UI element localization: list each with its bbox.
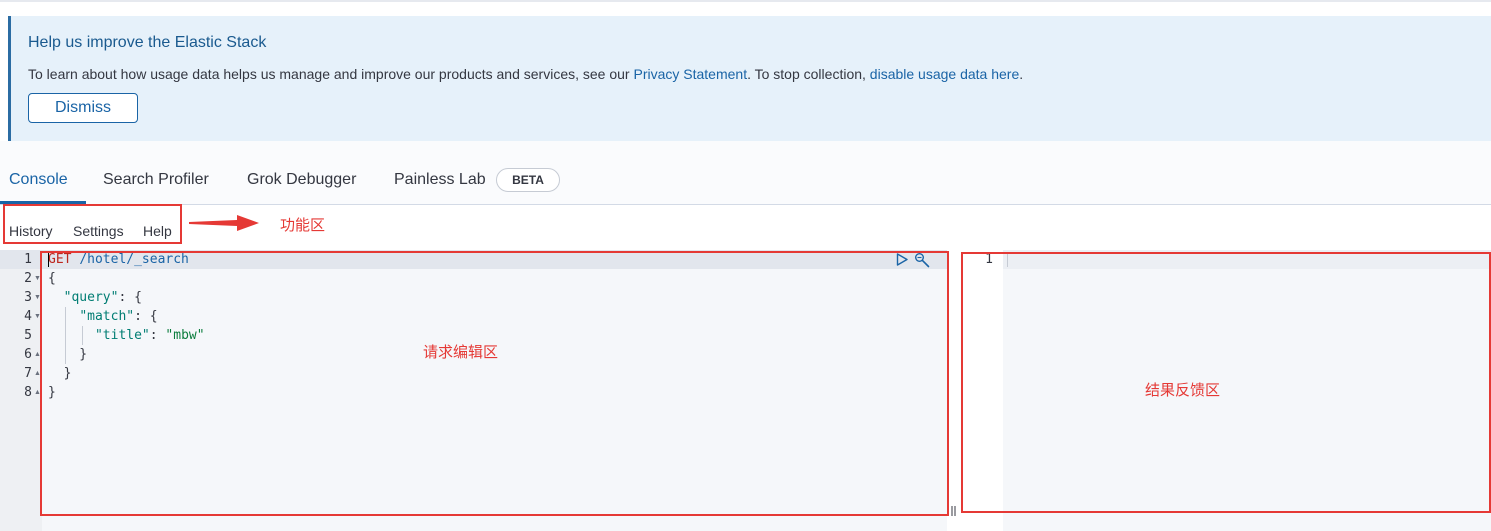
code-line-request: GET /hotel/_search: [48, 250, 189, 269]
json-key: "title": [94, 328, 150, 343]
arrow-icon: [189, 215, 259, 231]
json-value: "mbw": [165, 328, 205, 343]
line-number: 2: [24, 271, 32, 286]
help-link[interactable]: Help: [143, 223, 172, 239]
output-gutter: 1: [961, 250, 1003, 531]
fold-toggle-icon[interactable]: ▼: [34, 307, 42, 326]
json-key: "match": [79, 309, 135, 324]
disable-usage-data-link[interactable]: disable usage data here: [870, 66, 1019, 82]
line-number: 4: [24, 309, 32, 324]
json-key: "query": [63, 290, 119, 305]
http-method: GET: [48, 252, 72, 267]
function-area-label: 功能区: [280, 217, 326, 234]
code-line: {: [48, 271, 56, 286]
fold-toggle-icon[interactable]: ▲: [34, 364, 42, 383]
line-number: 5: [24, 328, 32, 343]
line-number: 6: [24, 347, 32, 362]
fold-toggle-icon[interactable]: ▼: [34, 288, 42, 307]
active-tab-underline: [0, 201, 86, 204]
output-cursor: [1007, 253, 1008, 267]
tab-painless-lab[interactable]: Painless Lab: [394, 171, 486, 189]
output-active-line: [1003, 250, 1491, 269]
history-link[interactable]: History: [9, 223, 53, 239]
tab-console[interactable]: Console: [9, 171, 68, 189]
settings-link[interactable]: Settings: [73, 223, 124, 239]
callout-text-suffix: .: [1019, 66, 1024, 82]
code-line: }: [48, 385, 56, 400]
request-path: /hotel/_search: [79, 252, 189, 267]
code-line: }: [48, 366, 72, 381]
code-line: "title": "mbw": [94, 328, 205, 343]
line-number: 8: [24, 385, 32, 400]
line-number: 1: [24, 252, 32, 267]
splitter-grip-icon[interactable]: [950, 506, 957, 516]
request-editor[interactable]: 1 2 3 4 5 6 7 8 ▼ ▼ ▼ ▲ ▲ ▲ GET /hotel/_…: [0, 250, 947, 531]
response-output[interactable]: 1: [961, 250, 1491, 531]
line-number: 7: [24, 366, 32, 381]
code-line: "match": {: [79, 309, 158, 324]
text-cursor: [48, 252, 49, 267]
code-line: "query": {: [63, 290, 142, 305]
dev-tools-tabs: Console Search Profiler Grok Debugger Pa…: [0, 141, 1491, 205]
code-line: }: [48, 347, 88, 362]
fold-toggle-icon[interactable]: ▲: [34, 345, 42, 364]
tab-grok-debugger[interactable]: Grok Debugger: [247, 171, 356, 189]
pane-splitter[interactable]: [947, 250, 961, 531]
output-line-number: 1: [985, 252, 993, 267]
fold-toggle-icon[interactable]: ▼: [34, 269, 42, 288]
output-body: [1003, 269, 1491, 531]
result-area-label: 结果反馈区: [1145, 382, 1221, 399]
top-divider: [0, 0, 1491, 2]
callout-title: Help us improve the Elastic Stack: [28, 34, 267, 51]
fold-toggle-icon[interactable]: ▲: [34, 383, 42, 402]
beta-badge: BETA: [496, 168, 560, 192]
privacy-statement-link[interactable]: Privacy Statement: [633, 66, 747, 82]
request-editor-label: 请求编辑区: [423, 344, 499, 361]
usage-data-callout: Help us improve the Elastic Stack To lea…: [8, 16, 1491, 141]
tab-search-profiler[interactable]: Search Profiler: [103, 171, 209, 189]
callout-text-middle: . To stop collection,: [747, 66, 870, 82]
callout-body: To learn about how usage data helps us m…: [28, 66, 1023, 82]
callout-text-prefix: To learn about how usage data helps us m…: [28, 66, 634, 82]
play-icon[interactable]: [896, 253, 908, 266]
wrench-icon[interactable]: [914, 252, 931, 268]
dismiss-button[interactable]: Dismiss: [28, 93, 138, 123]
line-number: 3: [24, 290, 32, 305]
